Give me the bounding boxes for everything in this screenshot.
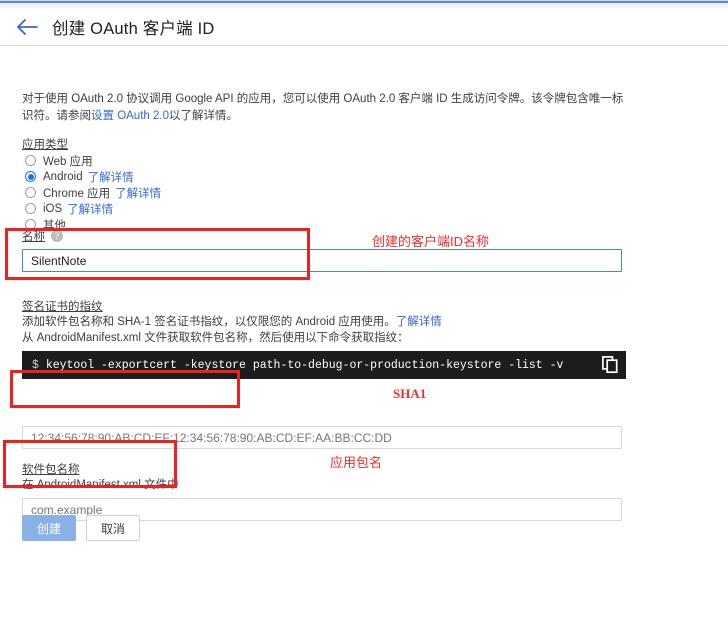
name-input[interactable] (22, 249, 622, 272)
application-type-label: 应用类型 (22, 139, 68, 151)
android-learn-more-link[interactable]: 了解详情 (88, 169, 134, 185)
create-button[interactable]: 创建 (22, 515, 77, 541)
copy-icon[interactable] (602, 356, 618, 374)
main-content: 对于使用 OAuth 2.0 协议调用 Google API 的应用，您可以使用… (0, 46, 728, 624)
cancel-button[interactable]: 取消 (86, 515, 141, 541)
fingerprint-block: 签名证书的指纹 添加软件包名称和 SHA-1 签名证书指纹，以仅限您的 Andr… (22, 298, 626, 379)
fingerprint-line1: 添加软件包名称和 SHA-1 签名证书指纹，以仅限您的 Android 应用使用… (22, 314, 626, 330)
radio-circle-icon[interactable] (25, 155, 36, 166)
oauth-setup-link[interactable]: 设置 OAuth 2.0 (91, 110, 169, 122)
ios-learn-more-link[interactable]: 了解详情 (67, 201, 113, 217)
sha1-field-block (22, 426, 622, 449)
help-circle-icon[interactable]: ? (51, 230, 63, 242)
keytool-command: keytool -exportcert -keystore path-to-de… (45, 358, 564, 372)
package-name-sublabel: 在 AndroidManifest.xml 文件中 (22, 479, 179, 491)
fingerprint-line2: 从 AndroidManifest.xml 文件获取软件包名称，然后使用以下命令… (22, 332, 409, 344)
radio-label-web: Web 应用 (43, 155, 93, 168)
radio-option-web[interactable]: Web 应用 (22, 153, 422, 168)
package-name-label: 软件包名称 (22, 464, 80, 476)
page-header: 创建 OAuth 客户端 ID (0, 9, 728, 45)
name-field-block: 名称 ? (22, 228, 622, 272)
intro-text-part2: 以了解详情。 (168, 110, 238, 122)
radio-circle-selected-icon[interactable] (25, 171, 36, 182)
radio-circle-icon[interactable] (25, 203, 36, 214)
radio-option-android[interactable]: Android 了解详情 (22, 169, 422, 184)
package-name-block: 软件包名称 在 AndroidManifest.xml 文件中 (22, 461, 626, 521)
radio-circle-icon[interactable] (25, 187, 36, 198)
radio-option-chrome[interactable]: Chrome 应用 了解详情 (22, 185, 422, 200)
keytool-command-text: $ keytool -exportcert -keystore path-to-… (22, 359, 563, 372)
page-title: 创建 OAuth 客户端 ID (52, 20, 215, 38)
radio-label-ios: iOS (43, 202, 63, 215)
fingerprint-line1-text: 添加软件包名称和 SHA-1 签名证书指纹，以仅限您的 Android 应用使用… (22, 316, 396, 328)
fingerprint-title: 签名证书的指纹 (22, 301, 103, 313)
shell-prompt-symbol: $ (32, 358, 39, 372)
intro-description: 对于使用 OAuth 2.0 协议调用 Google API 的应用，您可以使用… (22, 91, 626, 125)
fingerprint-learn-more-link[interactable]: 了解详情 (396, 316, 442, 328)
application-type-group: 应用类型 Web 应用 Android 了解详情 Chrome 应用 了解详情 … (22, 136, 422, 232)
sha1-input[interactable] (22, 426, 622, 449)
name-field-label: 名称 (22, 231, 45, 243)
radio-option-ios[interactable]: iOS 了解详情 (22, 201, 422, 216)
keytool-command-block: $ keytool -exportcert -keystore path-to-… (22, 351, 626, 379)
form-actions: 创建 取消 (22, 515, 141, 541)
chrome-learn-more-link[interactable]: 了解详情 (115, 185, 161, 201)
radio-label-chrome: Chrome 应用 (43, 187, 111, 200)
radio-label-android: Android (43, 170, 83, 183)
name-field-label-row: 名称 ? (22, 228, 622, 244)
browser-chrome-strip (0, 0, 728, 9)
back-arrow-icon[interactable] (14, 14, 40, 40)
